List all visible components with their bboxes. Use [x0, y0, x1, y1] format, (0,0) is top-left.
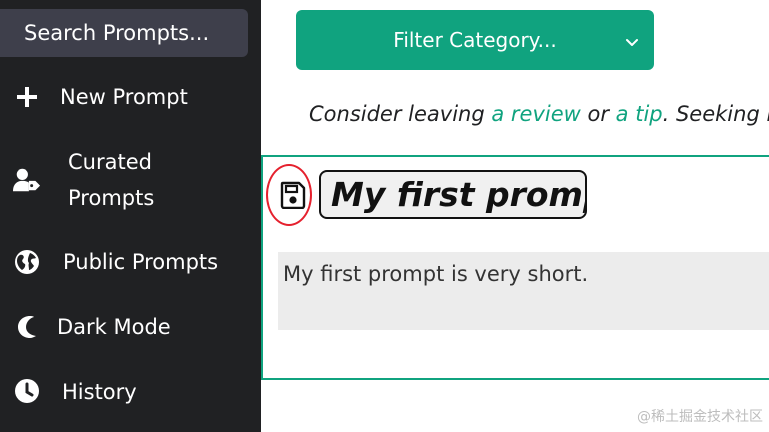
clock-icon — [13, 377, 41, 405]
sidebar: Search Prompts... New Prompt Curated Pro… — [0, 0, 261, 432]
prompt-title-input[interactable]: My first prompt — [319, 170, 587, 219]
sidebar-item-label: History — [62, 380, 137, 404]
sidebar-item-label-line1: Curated — [68, 150, 152, 174]
search-prompts-placeholder: Search Prompts... — [24, 21, 210, 45]
filter-category-select[interactable]: Filter Category... — [296, 10, 654, 70]
prompt-card: My first prompt My first prompt is very … — [261, 155, 769, 380]
moon-icon — [13, 313, 41, 341]
sidebar-item-public-prompts[interactable]: Public Prompts — [0, 244, 261, 280]
notice-text-3: . Seeking ne — [662, 102, 769, 126]
globe-icon — [13, 248, 41, 276]
sidebar-item-label: New Prompt — [60, 85, 188, 109]
prompt-body[interactable]: My first prompt is very short. — [278, 252, 769, 330]
save-icon[interactable] — [280, 181, 306, 210]
sidebar-item-label-line2: Prompts — [68, 186, 155, 210]
sidebar-item-history[interactable]: History — [0, 374, 261, 410]
sidebar-item-curated-prompts[interactable]: Curated Prompts — [0, 144, 261, 216]
plus-icon — [13, 83, 41, 111]
user-tag-icon — [13, 166, 41, 194]
watermark: @稀土掘金技术社区 — [637, 409, 763, 425]
notice-text-2: or — [580, 102, 616, 126]
sidebar-item-dark-mode[interactable]: Dark Mode — [0, 309, 261, 345]
chevron-down-icon — [624, 32, 640, 48]
sidebar-item-label: Public Prompts — [63, 250, 219, 274]
search-prompts-input[interactable]: Search Prompts... — [0, 9, 248, 57]
sidebar-item-label: Dark Mode — [57, 315, 171, 339]
notice-text-1: Consider leaving — [309, 102, 492, 126]
tip-link[interactable]: a tip — [616, 102, 663, 126]
filter-category-label: Filter Category... — [393, 28, 557, 52]
page: Search Prompts... New Prompt Curated Pro… — [0, 0, 769, 432]
sidebar-item-new-prompt[interactable]: New Prompt — [0, 79, 261, 115]
support-notice: Consider leaving a review or a tip. Seek… — [309, 98, 769, 130]
review-link[interactable]: a review — [491, 102, 580, 126]
